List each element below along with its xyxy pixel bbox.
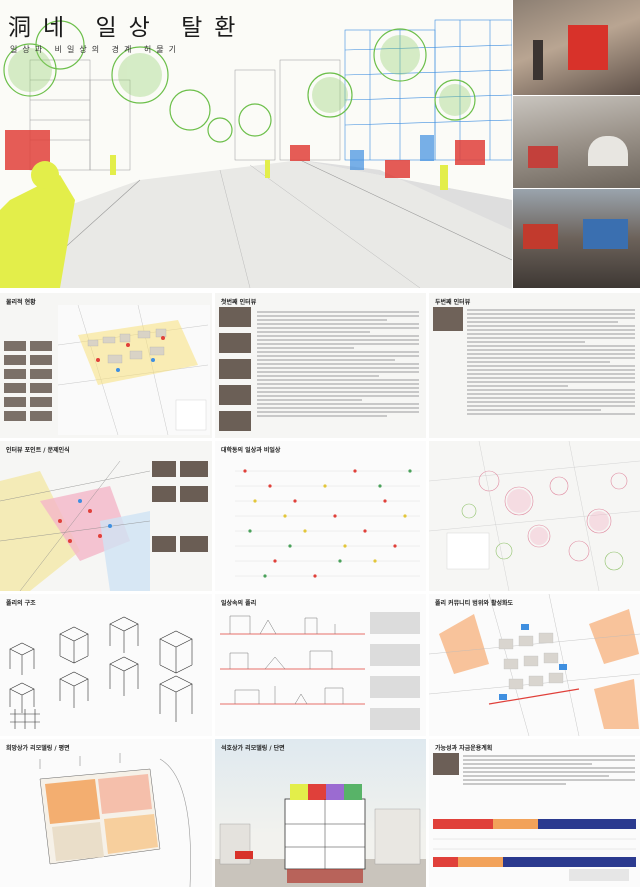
panel-community-range: 폴리 커뮤니티 범위와 활성화도 — [429, 594, 640, 736]
photo-market-tents — [513, 96, 640, 188]
panel-first-interview: 첫번째 인터뷰 — [215, 293, 426, 438]
problem-map — [0, 460, 208, 591]
page-title: 洞네 일상 탈환 — [8, 15, 248, 41]
community-range-map — [429, 594, 640, 736]
activity-bubble-map — [429, 441, 640, 591]
funding-timeline — [433, 819, 636, 881]
interview-text-block — [257, 309, 419, 419]
panel-physical-status: 물리적 현황 — [0, 293, 212, 438]
folly-section-sketches — [220, 612, 420, 730]
photo-street-folly — [513, 0, 640, 95]
panel-shop-remodel-section: 석호상가 리모델링 / 단면 — [215, 739, 426, 887]
floor-plan — [39, 753, 191, 887]
panel-bubble-map — [429, 441, 640, 591]
building-section — [215, 784, 426, 887]
panel-interview-points: 인터뷰 포인트 / 문제인식 — [0, 441, 212, 591]
panel-daily-folly: 일상속의 폴리 — [215, 594, 426, 736]
panel-second-interview: 두번째 인터뷰 — [429, 293, 640, 438]
hero-perspective: 洞네 일상 탈환 일상과 비일상의 경계 허물기 — [0, 0, 512, 288]
interview-photo — [433, 307, 463, 331]
interview-text-block — [467, 307, 635, 417]
photo-thumbnail-grid — [4, 341, 54, 426]
photo-shop-street — [513, 189, 640, 288]
panel-daily-nondaily: 대학동의 일상과 비일상 — [215, 441, 426, 591]
panel-funding-plan: 가능성과 자금운용계획 — [429, 739, 640, 887]
page-subtitle: 일상과 비일상의 경계 허물기 — [10, 45, 181, 54]
panel-title: 두번째 인터뷰 — [435, 299, 471, 306]
panel-title: 첫번째 인터뷰 — [221, 299, 257, 306]
interview-photos — [219, 307, 251, 431]
panel-title: 물리적 현황 — [6, 299, 36, 306]
panel-shop-remodel-plan: 희망상가 리모델링 / 평면 — [0, 739, 212, 887]
activity-matrix — [235, 469, 420, 578]
panel-folly-structure: 폴리의 구조 — [0, 594, 212, 736]
site-map — [57, 304, 210, 436]
folly-axonometric-diagrams — [9, 616, 193, 729]
